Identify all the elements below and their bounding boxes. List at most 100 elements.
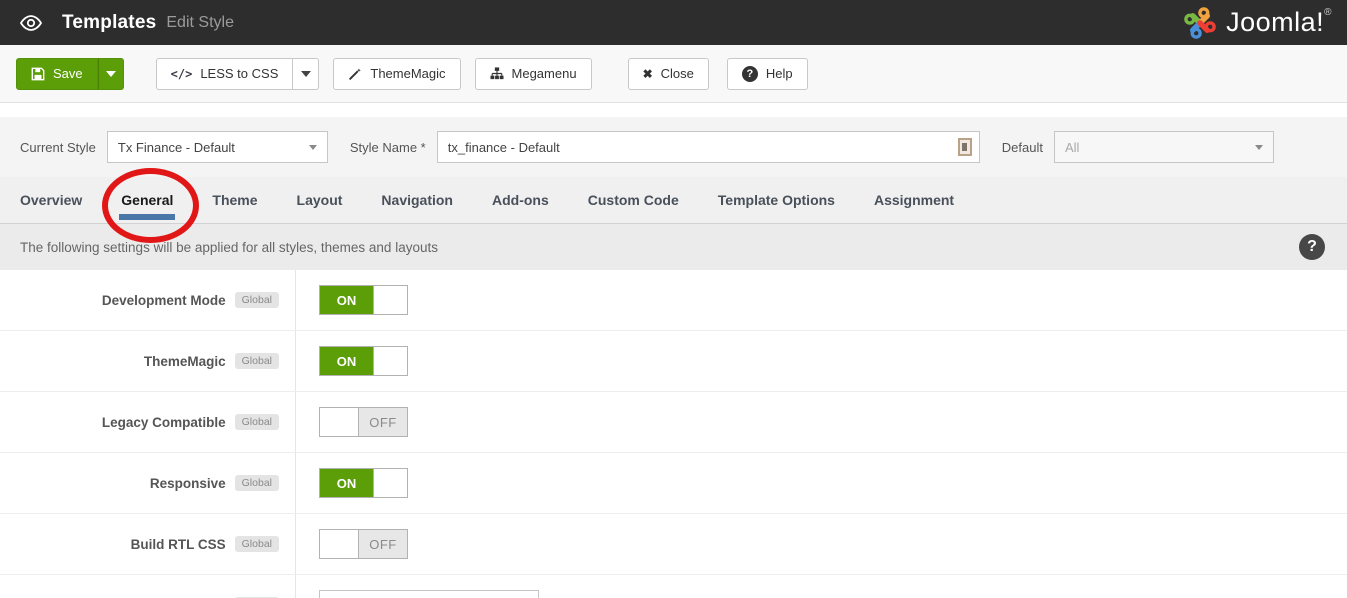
magic-wand-icon	[348, 67, 362, 81]
toolbar: Save </> LESS to CSS ThemeMagic Megamenu…	[0, 45, 1347, 103]
setting-label-cell: Build RTL CSS Global	[0, 514, 295, 574]
global-badge: Global	[234, 474, 279, 492]
joomla-wordmark: Joomla!®	[1226, 7, 1332, 37]
default-select[interactable]: All	[1053, 131, 1274, 163]
toggle-responsive[interactable]: ON	[319, 468, 408, 498]
style-name-field-wrap	[436, 131, 980, 163]
toggle-handle	[373, 347, 407, 375]
default-label: Default	[1001, 139, 1043, 155]
setting-label-cell: Responsive Global	[0, 453, 295, 513]
style-name-input[interactable]	[436, 131, 980, 163]
help-label: Help	[765, 66, 793, 81]
setting-control-cell: OFF	[295, 392, 1347, 452]
setting-row-development-mode: Development Mode Global ON	[0, 270, 1347, 331]
global-badge: Global	[234, 291, 279, 309]
setting-control-cell: ON	[295, 453, 1347, 513]
tab-theme[interactable]: Theme	[212, 192, 257, 208]
save-button-label: Save	[53, 66, 83, 81]
save-split-button: Save	[16, 57, 124, 90]
setting-label-cell: Global	[0, 575, 295, 598]
chevron-down-icon	[1254, 144, 1263, 150]
close-icon: ✖	[642, 66, 653, 81]
save-floppy-icon	[31, 67, 45, 81]
megamenu-button[interactable]: Megamenu	[474, 57, 592, 90]
toggle-on-label: ON	[320, 469, 373, 497]
setting-text-input[interactable]	[319, 590, 539, 598]
setting-control-cell: OFF	[295, 514, 1347, 574]
tab-overview[interactable]: Overview	[20, 192, 82, 208]
broken-image-icon	[957, 138, 972, 156]
settings-tabs: Overview General Theme Layout Navigation…	[0, 177, 1347, 224]
toggle-handle	[320, 530, 359, 558]
save-dropdown-button[interactable]	[97, 57, 124, 90]
tab-assignment[interactable]: Assignment	[874, 192, 954, 208]
setting-row-build-rtl-css: Build RTL CSS Global OFF	[0, 514, 1347, 575]
setting-control-cell: ON	[295, 270, 1347, 330]
chevron-down-icon	[105, 70, 116, 77]
global-badge: Global	[234, 535, 279, 553]
setting-control-cell: ON	[295, 331, 1347, 391]
setting-label: ThemeMagic	[143, 353, 226, 369]
less-to-css-button[interactable]: </> LESS to CSS	[155, 57, 294, 90]
thememagic-label: ThemeMagic	[370, 66, 446, 81]
info-message: The following settings will be applied f…	[20, 239, 438, 255]
current-style-value: Tx Finance - Default	[117, 139, 235, 155]
joomla-mark-icon	[1184, 6, 1216, 39]
top-admin-bar: Templates Edit Style Joomla!®	[0, 0, 1347, 45]
help-button[interactable]: ? Help	[726, 57, 808, 90]
style-name-label: Style Name *	[349, 139, 426, 155]
toggle-handle	[373, 286, 407, 314]
tab-navigation[interactable]: Navigation	[381, 192, 453, 208]
current-style-label: Current Style	[20, 139, 96, 155]
setting-row-partial: Global	[0, 575, 1347, 598]
toggle-on-label: ON	[320, 286, 373, 314]
code-icon: </>	[170, 66, 193, 81]
setting-label: Build RTL CSS	[130, 536, 226, 552]
help-icon: ?	[741, 65, 758, 82]
toggle-off-label: OFF	[359, 530, 407, 558]
joomla-logo: Joomla!®	[1182, 6, 1332, 40]
tab-template-options[interactable]: Template Options	[718, 192, 835, 208]
toggle-thememagic[interactable]: ON	[319, 346, 408, 376]
info-bar: The following settings will be applied f…	[0, 224, 1347, 270]
toggle-off-label: OFF	[359, 408, 407, 436]
chevron-down-icon	[300, 70, 311, 77]
page-title: Templates	[62, 11, 157, 33]
sitemap-icon	[490, 67, 504, 80]
general-settings-list: Development Mode Global ON ThemeMagic Gl…	[0, 270, 1347, 598]
preview-eye-icon[interactable]	[18, 10, 44, 36]
thememagic-button[interactable]: ThemeMagic	[333, 57, 461, 90]
tab-custom-code[interactable]: Custom Code	[588, 192, 679, 208]
tab-general[interactable]: General	[119, 192, 176, 220]
setting-label-cell: Development Mode Global	[0, 270, 295, 330]
less-to-css-dropdown-button[interactable]	[293, 57, 320, 90]
spacer	[0, 103, 1347, 117]
tab-layout[interactable]: Layout	[297, 192, 343, 208]
default-value: All	[1064, 139, 1080, 155]
toggle-development-mode[interactable]: ON	[319, 285, 408, 315]
style-form-row: Current Style Tx Finance - Default Style…	[0, 117, 1347, 177]
setting-control-cell	[295, 575, 1347, 598]
megamenu-label: Megamenu	[511, 66, 577, 81]
current-style-select[interactable]: Tx Finance - Default	[106, 131, 328, 163]
global-badge: Global	[234, 352, 279, 370]
setting-row-responsive: Responsive Global ON	[0, 453, 1347, 514]
setting-label-cell: ThemeMagic Global	[0, 331, 295, 391]
toggle-build-rtl-css[interactable]: OFF	[319, 529, 408, 559]
setting-label: Responsive	[149, 475, 226, 491]
less-to-css-split-button: </> LESS to CSS	[155, 57, 320, 90]
setting-row-legacy-compatible: Legacy Compatible Global OFF	[0, 392, 1347, 453]
toggle-handle	[320, 408, 359, 436]
close-button[interactable]: ✖ Close	[627, 57, 709, 90]
save-button[interactable]: Save	[16, 57, 98, 90]
less-to-css-label: LESS to CSS	[200, 66, 279, 81]
close-label: Close	[660, 66, 694, 81]
global-badge: Global	[234, 413, 279, 431]
tab-add-ons[interactable]: Add-ons	[492, 192, 549, 208]
toggle-on-label: ON	[320, 347, 373, 375]
toggle-legacy-compatible[interactable]: OFF	[319, 407, 408, 437]
chevron-down-icon	[308, 144, 317, 150]
help-circle-icon[interactable]: ?	[1299, 234, 1325, 260]
setting-label: Development Mode	[101, 292, 226, 308]
setting-label-cell: Legacy Compatible Global	[0, 392, 295, 452]
